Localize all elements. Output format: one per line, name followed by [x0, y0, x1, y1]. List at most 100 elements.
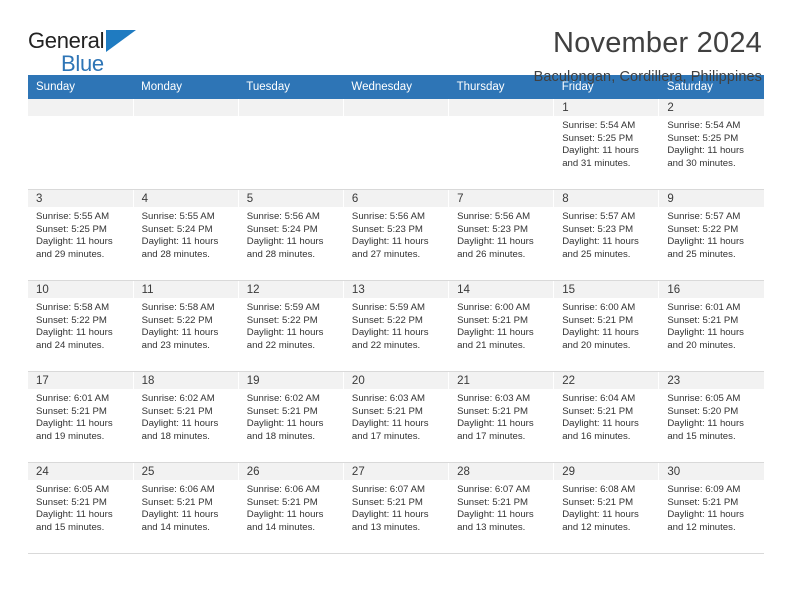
calendar-day-cell[interactable]: 22 Sunrise: 6:04 AM Sunset: 5:21 PM Dayligh…	[553, 371, 660, 463]
sunrise-text: Sunrise: 5:58 AM	[141, 302, 215, 313]
day-details: Sunrise: 5:56 AM Sunset: 5:24 PM Daylight:…	[239, 207, 343, 261]
day-number: 19	[238, 372, 343, 389]
calendar-day-cell[interactable]: 3 Sunrise: 5:55 AM Sunset: 5:25 PM Daylight…	[28, 189, 134, 281]
day-number: 16	[659, 281, 764, 298]
sunset-text: Sunset: 5:20 PM	[667, 405, 739, 417]
day-details: Sunrise: 6:04 AM Sunset: 5:21 PM Daylight:…	[554, 389, 658, 443]
calendar-day-cell[interactable]: 17 Sunrise: 6:01 AM Sunset: 5:21 PM Dayligh…	[28, 371, 134, 463]
daylight-text-cont: and 14 minutes.	[246, 521, 316, 533]
sunrise-sunset-calendar: Sunday Monday Tuesday Wednesday Thursday…	[28, 75, 764, 554]
sunset-text: Sunset: 5:21 PM	[667, 496, 739, 508]
day-details: Sunrise: 5:55 AM Sunset: 5:24 PM Daylight:…	[134, 207, 238, 261]
day-number: 10	[28, 281, 133, 298]
day-details	[134, 116, 238, 120]
daylight-text-cont: and 13 minutes.	[457, 521, 526, 533]
day-details: Sunrise: 6:00 AM Sunset: 5:21 PM Daylight:…	[554, 298, 658, 352]
sunset-text: Sunset: 5:23 PM	[351, 223, 423, 235]
calendar-day-cell[interactable]: 12 Sunrise: 5:59 AM Sunset: 5:22 PM Dayligh…	[237, 280, 344, 372]
day-number: 25	[133, 463, 238, 480]
daylight-text: Daylight: 11 hours	[36, 236, 113, 248]
day-details	[28, 116, 133, 120]
calendar-day-cell[interactable]: 1 Sunrise: 5:54 AM Sunset: 5:25 PM Daylight…	[553, 99, 660, 190]
calendar-day-cell[interactable]: 23 Sunrise: 6:05 AM Sunset: 5:20 PM Dayligh…	[658, 371, 764, 463]
sunset-text: Sunset: 5:21 PM	[36, 405, 107, 417]
day-details: Sunrise: 6:02 AM Sunset: 5:21 PM Daylight:…	[239, 389, 343, 443]
calendar-day-cell[interactable]: 15 Sunrise: 6:00 AM Sunset: 5:21 PM Dayligh…	[553, 280, 660, 372]
brand-logo[interactable]: General Blue	[28, 26, 160, 80]
daylight-text-cont: and 19 minutes.	[36, 430, 105, 442]
weekday-header-wednesday: Wednesday	[343, 75, 449, 99]
sunrise-text: Sunrise: 6:02 AM	[246, 393, 320, 404]
daylight-text: Daylight: 11 hours	[562, 236, 639, 248]
calendar-empty-cell	[132, 99, 239, 190]
calendar-day-cell[interactable]: 27 Sunrise: 6:07 AM Sunset: 5:21 PM Dayligh…	[342, 462, 450, 554]
calendar-day-cell[interactable]: 25 Sunrise: 6:06 AM Sunset: 5:21 PM Dayligh…	[132, 462, 239, 554]
calendar-day-cell[interactable]: 10 Sunrise: 5:58 AM Sunset: 5:22 PM Dayligh…	[28, 280, 134, 372]
sunrise-text: Sunrise: 6:04 AM	[562, 393, 636, 404]
day-number: 30	[659, 463, 764, 480]
day-details: Sunrise: 6:02 AM Sunset: 5:21 PM Daylight:…	[134, 389, 238, 443]
calendar-day-cell[interactable]: 29 Sunrise: 6:08 AM Sunset: 5:21 PM Dayligh…	[553, 462, 660, 554]
calendar-day-cell[interactable]: 16 Sunrise: 6:01 AM Sunset: 5:21 PM Dayligh…	[658, 280, 764, 372]
day-number	[343, 99, 449, 116]
sunset-text: Sunset: 5:22 PM	[246, 314, 318, 326]
calendar-day-cell[interactable]: 21 Sunrise: 6:03 AM Sunset: 5:21 PM Dayligh…	[448, 371, 555, 463]
daylight-text: Daylight: 11 hours	[141, 236, 219, 248]
day-details: Sunrise: 6:06 AM Sunset: 5:21 PM Daylight:…	[134, 480, 238, 534]
sunrise-text: Sunrise: 6:01 AM	[667, 302, 741, 313]
calendar-empty-cell	[237, 99, 344, 190]
calendar-day-cell[interactable]: 5 Sunrise: 5:56 AM Sunset: 5:24 PM Daylight…	[237, 189, 344, 281]
calendar-day-cell[interactable]: 6 Sunrise: 5:56 AM Sunset: 5:23 PM Daylight…	[342, 189, 450, 281]
calendar-day-cell[interactable]: 14 Sunrise: 6:00 AM Sunset: 5:21 PM Dayligh…	[448, 280, 555, 372]
calendar-day-cell[interactable]: 30 Sunrise: 6:09 AM Sunset: 5:21 PM Dayligh…	[658, 462, 764, 554]
calendar-day-cell[interactable]: 19 Sunrise: 6:02 AM Sunset: 5:21 PM Dayligh…	[237, 371, 344, 463]
calendar-day-cell[interactable]: 28 Sunrise: 6:07 AM Sunset: 5:21 PM Dayligh…	[448, 462, 555, 554]
day-details: Sunrise: 5:57 AM Sunset: 5:22 PM Daylight:…	[659, 207, 764, 261]
calendar-day-cell[interactable]: 9 Sunrise: 5:57 AM Sunset: 5:22 PM Daylight…	[658, 189, 764, 281]
calendar-day-cell[interactable]: 24 Sunrise: 6:05 AM Sunset: 5:21 PM Dayligh…	[28, 462, 134, 554]
calendar-day-cell[interactable]: 18 Sunrise: 6:02 AM Sunset: 5:21 PM Dayligh…	[132, 371, 239, 463]
calendar-day-cell[interactable]: 13 Sunrise: 5:59 AM Sunset: 5:22 PM Dayligh…	[342, 280, 450, 372]
sunrise-text: Sunrise: 6:05 AM	[36, 484, 110, 495]
sunrise-text: Sunrise: 6:03 AM	[351, 393, 425, 404]
day-details: Sunrise: 6:06 AM Sunset: 5:21 PM Daylight:…	[239, 480, 343, 534]
sunrise-text: Sunrise: 5:59 AM	[246, 302, 320, 313]
sunrise-text: Sunrise: 5:56 AM	[457, 211, 531, 222]
daylight-text: Daylight: 11 hours	[562, 509, 639, 521]
daylight-text: Daylight: 11 hours	[246, 418, 324, 430]
sunset-text: Sunset: 5:25 PM	[36, 223, 107, 235]
calendar-week-row: 24 Sunrise: 6:05 AM Sunset: 5:21 PM Dayligh…	[28, 462, 764, 554]
day-number: 14	[449, 281, 554, 298]
day-number: 11	[133, 281, 238, 298]
sunset-text: Sunset: 5:25 PM	[667, 132, 739, 144]
sunset-text: Sunset: 5:21 PM	[667, 314, 739, 326]
calendar-day-cell[interactable]: 4 Sunrise: 5:55 AM Sunset: 5:24 PM Daylight…	[132, 189, 239, 281]
daylight-text-cont: and 14 minutes.	[141, 521, 210, 533]
calendar-day-cell[interactable]: 20 Sunrise: 6:03 AM Sunset: 5:21 PM Dayligh…	[342, 371, 450, 463]
daylight-text: Daylight: 11 hours	[667, 145, 744, 157]
calendar-empty-cell	[28, 99, 134, 190]
daylight-text-cont: and 15 minutes.	[36, 521, 105, 533]
calendar-day-cell[interactable]: 7 Sunrise: 5:56 AM Sunset: 5:23 PM Daylight…	[448, 189, 555, 281]
daylight-text-cont: and 24 minutes.	[36, 339, 105, 351]
day-number: 8	[554, 190, 659, 207]
day-details: Sunrise: 6:07 AM Sunset: 5:21 PM Daylight:…	[449, 480, 553, 534]
day-number	[133, 99, 238, 116]
daylight-text: Daylight: 11 hours	[36, 418, 113, 430]
calendar-day-cell[interactable]: 26 Sunrise: 6:06 AM Sunset: 5:21 PM Dayligh…	[237, 462, 344, 554]
daylight-text-cont: and 30 minutes.	[667, 157, 736, 169]
day-number: 3	[28, 190, 133, 207]
day-details: Sunrise: 6:05 AM Sunset: 5:20 PM Daylight:…	[659, 389, 764, 443]
day-number: 22	[554, 372, 659, 389]
sunset-text: Sunset: 5:21 PM	[246, 405, 318, 417]
day-details: Sunrise: 6:01 AM Sunset: 5:21 PM Daylight:…	[28, 389, 133, 443]
daylight-text-cont: and 15 minutes.	[667, 430, 736, 442]
calendar-day-cell[interactable]: 8 Sunrise: 5:57 AM Sunset: 5:23 PM Daylight…	[553, 189, 660, 281]
calendar-day-cell[interactable]: 11 Sunrise: 5:58 AM Sunset: 5:22 PM Dayligh…	[132, 280, 239, 372]
day-number: 9	[659, 190, 764, 207]
day-details: Sunrise: 5:55 AM Sunset: 5:25 PM Daylight:…	[28, 207, 133, 261]
daylight-text-cont: and 20 minutes.	[562, 339, 631, 351]
daylight-text-cont: and 13 minutes.	[351, 521, 421, 533]
daylight-text-cont: and 27 minutes.	[351, 248, 421, 260]
calendar-day-cell[interactable]: 2 Sunrise: 5:54 AM Sunset: 5:25 PM Daylight…	[658, 99, 764, 190]
